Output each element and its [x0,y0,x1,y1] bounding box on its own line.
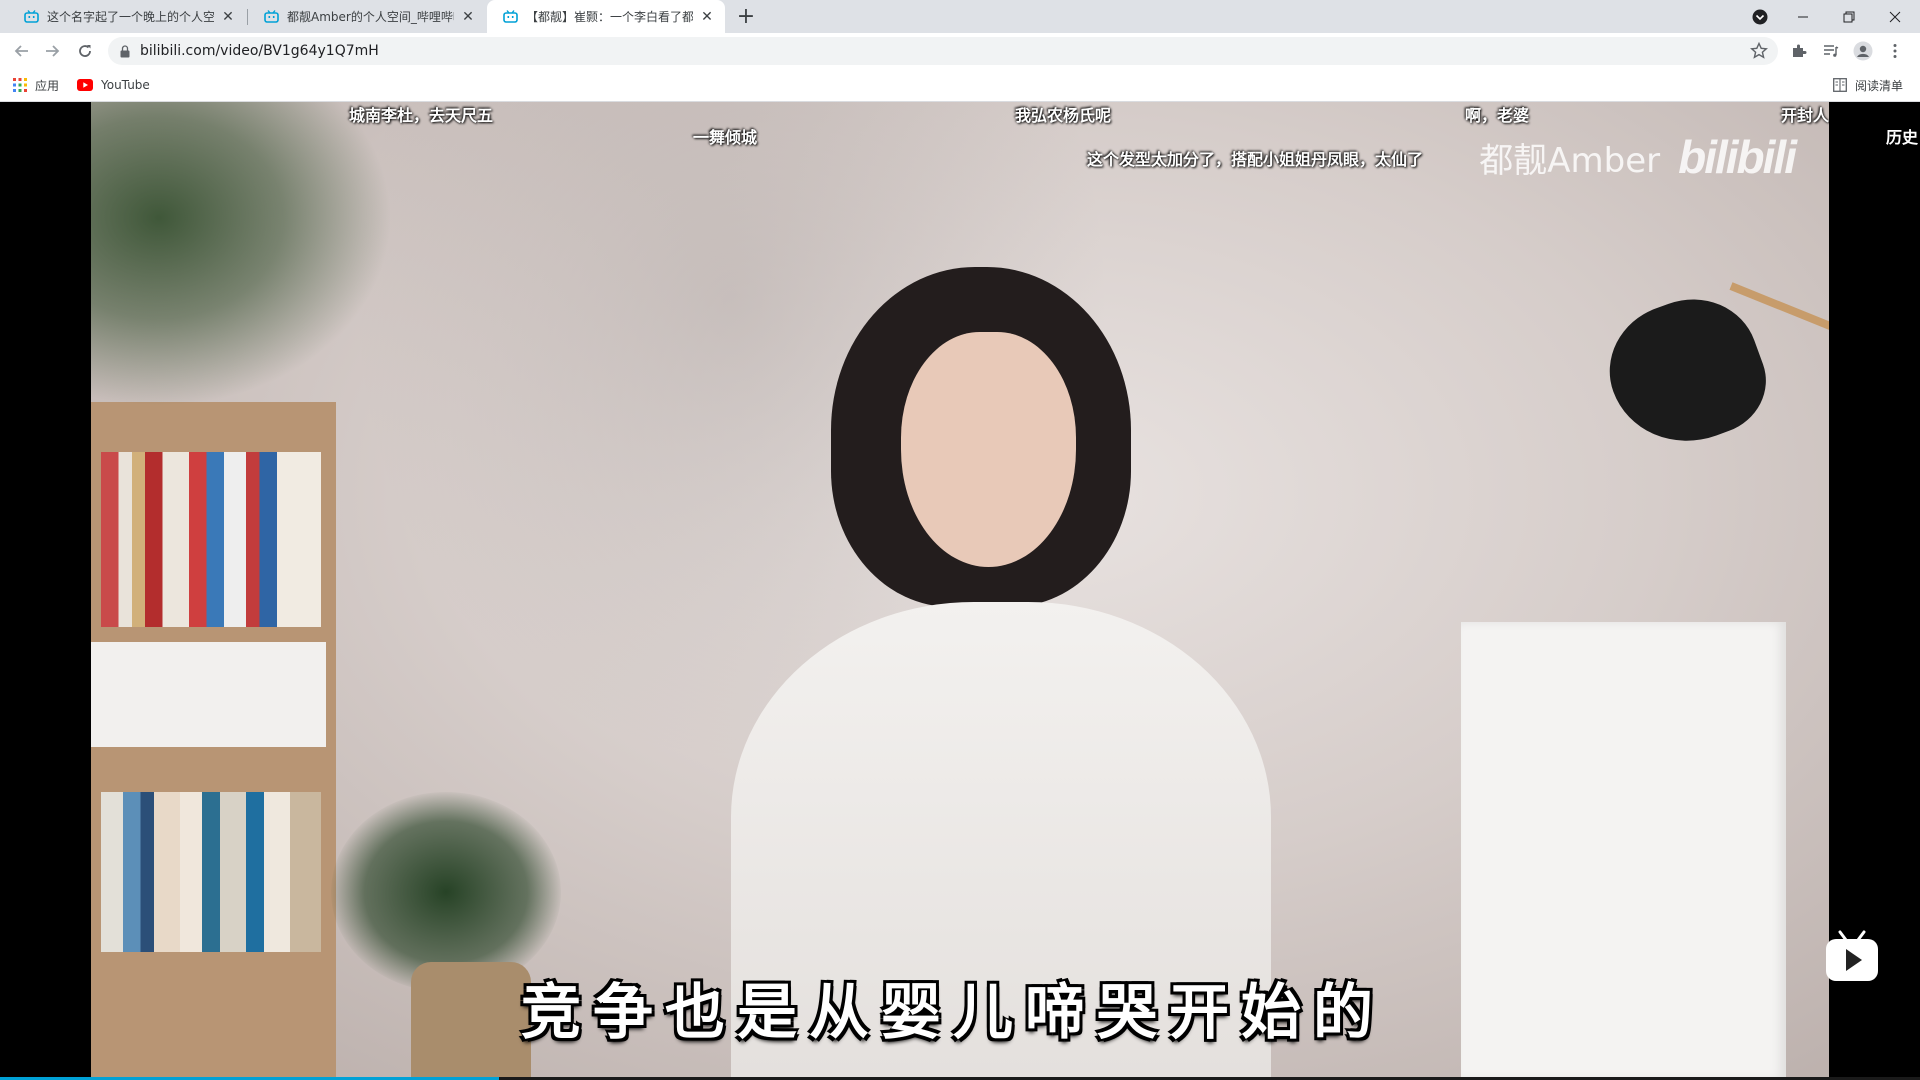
tab-search-button[interactable] [1737,0,1783,33]
danmaku-comment: 历史 [1886,128,1919,147]
palm-leaves [91,102,411,422]
avatar-icon [1853,41,1873,61]
danmaku-comment: 啊，老婆 [1465,106,1530,125]
tab-title: 都靓Amber的个人空间_哔哩哔哩 [287,10,454,24]
chevron-down-circle-icon [1752,9,1768,24]
extensions-button[interactable] [1788,40,1810,62]
bilibili-tv-icon [24,10,39,23]
close-tab-icon[interactable]: ✕ [460,9,476,25]
cabinet [1461,622,1786,1080]
media-control-button[interactable] [1820,40,1842,62]
video-watermark: 都靓Amber bilibili [1479,130,1797,184]
tab-1[interactable]: 这个名字起了一个晚上的个人空间 ✕ [8,0,246,33]
tab-title: 这个名字起了一个晚上的个人空间 [47,10,214,24]
puzzle-icon [1793,44,1807,57]
playlist-icon [1824,45,1839,57]
tab-strip: 这个名字起了一个晚上的个人空间 ✕ 都靓Amber的个人空间_哔哩哔哩 ✕ 【都… [0,0,1920,33]
bookmark-youtube[interactable]: YouTube [77,69,150,101]
minimize-button[interactable] [1780,0,1826,33]
close-window-button[interactable] [1872,0,1918,33]
more-vertical-icon [1893,44,1897,58]
bilibili-tv-play-icon[interactable] [1824,928,1880,984]
tab-2[interactable]: 都靓Amber的个人空间_哔哩哔哩 ✕ [248,0,486,33]
bookmark-label: 应用 [35,78,60,93]
plant-basket [411,962,531,1080]
tab-3-active[interactable]: 【都靓】崔颢：一个李白看了都心 ✕ [487,0,725,33]
video-subtitle: 竞争也是从婴儿啼哭开始的 [521,978,1385,1048]
lock-icon [120,44,130,57]
apps-grid-icon [13,78,27,92]
restore-icon [1843,11,1855,22]
close-icon [1889,11,1901,22]
restore-button[interactable] [1826,0,1872,33]
reading-list-icon [1833,78,1847,92]
reading-list-label: 阅读清单 [1855,78,1904,93]
address-bar[interactable]: bilibili.com/video/BV1g64y1Q7mH [108,37,1778,65]
new-tab-button[interactable]: + [734,5,758,29]
person-face [901,332,1076,567]
danmaku-comment: 开封人 [1781,106,1829,125]
browser-toolbar: bilibili.com/video/BV1g64y1Q7mH [0,33,1920,69]
reload-icon [79,45,91,57]
menu-button[interactable] [1884,40,1906,62]
reload-button[interactable] [73,39,97,63]
bookmark-star-icon[interactable] [1750,42,1768,60]
bookmark-label: YouTube [101,78,150,92]
bookshelf-drawer [91,642,326,747]
close-tab-icon[interactable]: ✕ [220,9,236,25]
danmaku-comment: 这个发型太加分了，搭配小姐姐丹凤眼，太仙了 [1087,150,1424,169]
url-text[interactable]: bilibili.com/video/BV1g64y1Q7mH [140,43,379,59]
bilibili-tv-icon [503,10,518,23]
bookshelf-books-bottom [101,792,321,952]
bookmark-apps[interactable]: 应用 [13,69,59,101]
watermark-uploader: 都靓Amber [1479,140,1661,181]
arrow-left-icon [14,45,28,57]
video-frame: 城南李杜，去天尺五 一舞倾城 我弘农杨氏呢 啊，老婆 开封人 这个发型太加分了，… [91,102,1829,1080]
close-tab-icon[interactable]: ✕ [699,9,715,25]
bookmarks-bar: 应用 YouTube 阅读清单 [0,69,1920,102]
video-player[interactable]: 城南李杜，去天尺五 一舞倾城 我弘农杨氏呢 啊，老婆 开封人 这个发型太加分了，… [0,102,1920,1080]
lamp-shade [1591,280,1781,464]
danmaku-comment: 一舞倾城 [693,128,758,147]
bilibili-tv-icon [264,10,279,23]
youtube-icon [77,79,93,91]
minimize-icon [1798,16,1808,17]
arrow-right-icon [46,45,60,57]
danmaku-comment: 我弘农杨氏呢 [1015,106,1112,125]
bookshelf-books-top [101,452,321,627]
forward-button[interactable] [40,39,64,63]
danmaku-comment: 城南李杜，去天尺五 [349,106,494,125]
back-button[interactable] [10,39,34,63]
reading-list-button[interactable]: 阅读清单 [1833,69,1903,101]
tab-title: 【都靓】崔颢：一个李白看了都心 [526,10,693,24]
profile-button[interactable] [1852,40,1874,62]
bilibili-logo: bilibili [1678,131,1797,183]
